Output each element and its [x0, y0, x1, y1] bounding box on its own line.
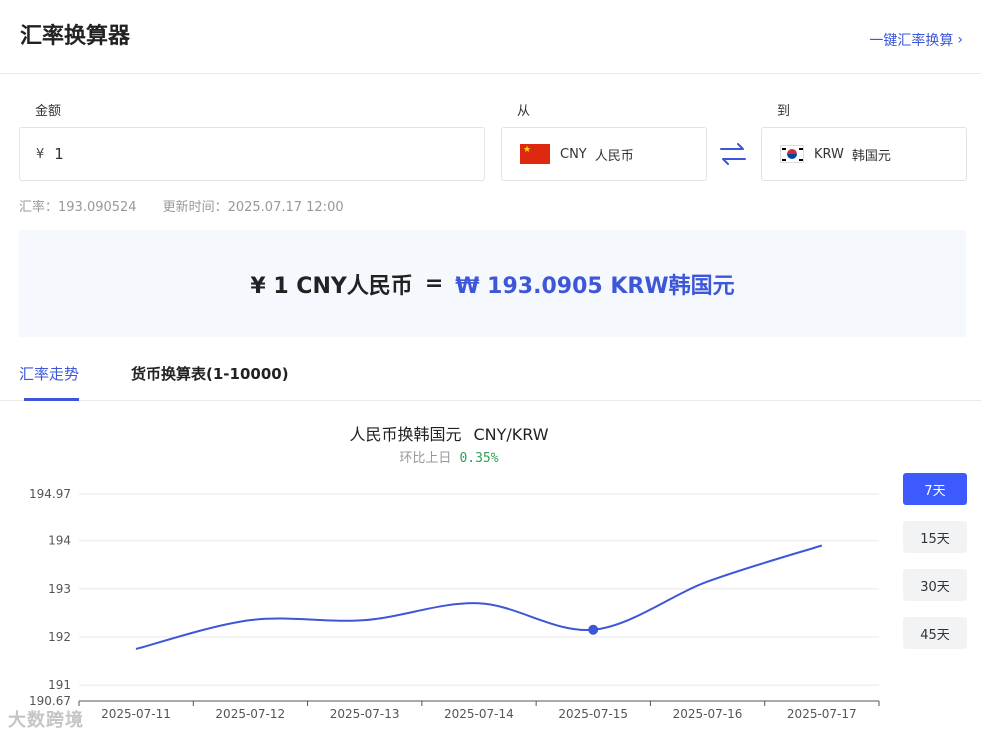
- watermark: 大数跨境: [8, 710, 84, 731]
- amount-currency-symbol: ¥: [36, 146, 45, 162]
- to-label: 到: [777, 104, 791, 119]
- change-label: 环比上日: [399, 451, 452, 466]
- change-value: 0.35%: [459, 451, 499, 466]
- tab-rate-trend[interactable]: 汇率走势: [19, 363, 79, 384]
- range-7-days-button[interactable]: 7天: [903, 473, 967, 505]
- tab-conversion-table[interactable]: 货币换算表(1-10000): [131, 363, 289, 384]
- to-currency-select[interactable]: KRW 韩国元: [761, 127, 967, 181]
- active-tab-indicator: [24, 398, 79, 401]
- result-equals: =: [424, 271, 444, 296]
- range-30-days-button[interactable]: 30天: [903, 569, 967, 601]
- amount-input[interactable]: [54, 145, 435, 163]
- y-tick-label: 193: [48, 582, 71, 596]
- result-to: ₩ 193.0905 KRW韩国元: [455, 273, 735, 299]
- chart-title: 人民币换韩国元 CNY/KRW: [0, 421, 898, 445]
- x-tick-label: 2025-07-17: [787, 707, 857, 721]
- x-tick-label: 2025-07-15: [558, 707, 628, 721]
- result-from: ¥ 1 CNY人民币: [250, 273, 413, 299]
- update-time-text: 更新时间：2025.07.17 12:00: [162, 200, 344, 215]
- page-title: 汇率换算器: [20, 24, 131, 49]
- china-flag-icon: ★: [520, 144, 550, 164]
- y-tick-label: 192: [48, 630, 71, 644]
- amount-field[interactable]: ¥: [19, 127, 485, 181]
- swap-arrows-icon: [720, 143, 746, 165]
- conversion-result: ¥ 1 CNY人民币 = ₩ 193.0905 KRW韩国元: [19, 230, 966, 337]
- from-currency-select[interactable]: ★ CNY 人民币: [501, 127, 707, 181]
- chart-tabs: 汇率走势 货币换算表(1-10000): [0, 352, 981, 401]
- x-tick-label: 2025-07-11: [101, 707, 171, 721]
- one-key-convert-label: 一键汇率换算: [869, 33, 954, 49]
- y-tick-label: 194.97: [29, 487, 71, 501]
- highlight-point: [588, 624, 599, 635]
- chart-title-text: 人民币换韩国元: [349, 425, 462, 444]
- y-tick-label: 191: [48, 678, 71, 692]
- rate-info: 汇率：193.090524 更新时间：2025.07.17 12:00: [19, 196, 344, 215]
- from-currency-name: 人民币: [594, 148, 634, 164]
- range-45-days-button[interactable]: 45天: [903, 617, 967, 649]
- amount-label: 金额: [35, 104, 62, 119]
- swap-currencies-button[interactable]: [716, 138, 750, 170]
- one-key-convert-link[interactable]: 一键汇率换算 ›: [869, 30, 963, 50]
- y-tick-label: 194: [48, 534, 71, 548]
- from-currency-code: CNY: [560, 146, 587, 162]
- chevron-right-icon: ›: [957, 32, 963, 48]
- page-header: 汇率换算器 一键汇率换算 ›: [0, 0, 981, 74]
- x-tick-label: 2025-07-12: [215, 707, 285, 721]
- x-tick-label: 2025-07-13: [330, 707, 400, 721]
- chart-change: 环比上日 0.35%: [0, 447, 898, 466]
- x-tick-label: 2025-07-16: [673, 707, 743, 721]
- to-currency-name: 韩国元: [851, 148, 891, 164]
- x-tick-label: 2025-07-14: [444, 707, 514, 721]
- to-currency-code: KRW: [814, 146, 844, 162]
- korea-flag-icon: [780, 145, 804, 163]
- chart-pair: CNY/KRW: [473, 425, 549, 444]
- rate-trend-chart: 190.67191192193194194.972025-07-11 2025-0…: [29, 487, 880, 721]
- series-line: [135, 544, 823, 650]
- exchange-rate-text: 汇率：193.090524: [19, 200, 137, 215]
- range-15-days-button[interactable]: 15天: [903, 521, 967, 553]
- from-label: 从: [517, 104, 531, 119]
